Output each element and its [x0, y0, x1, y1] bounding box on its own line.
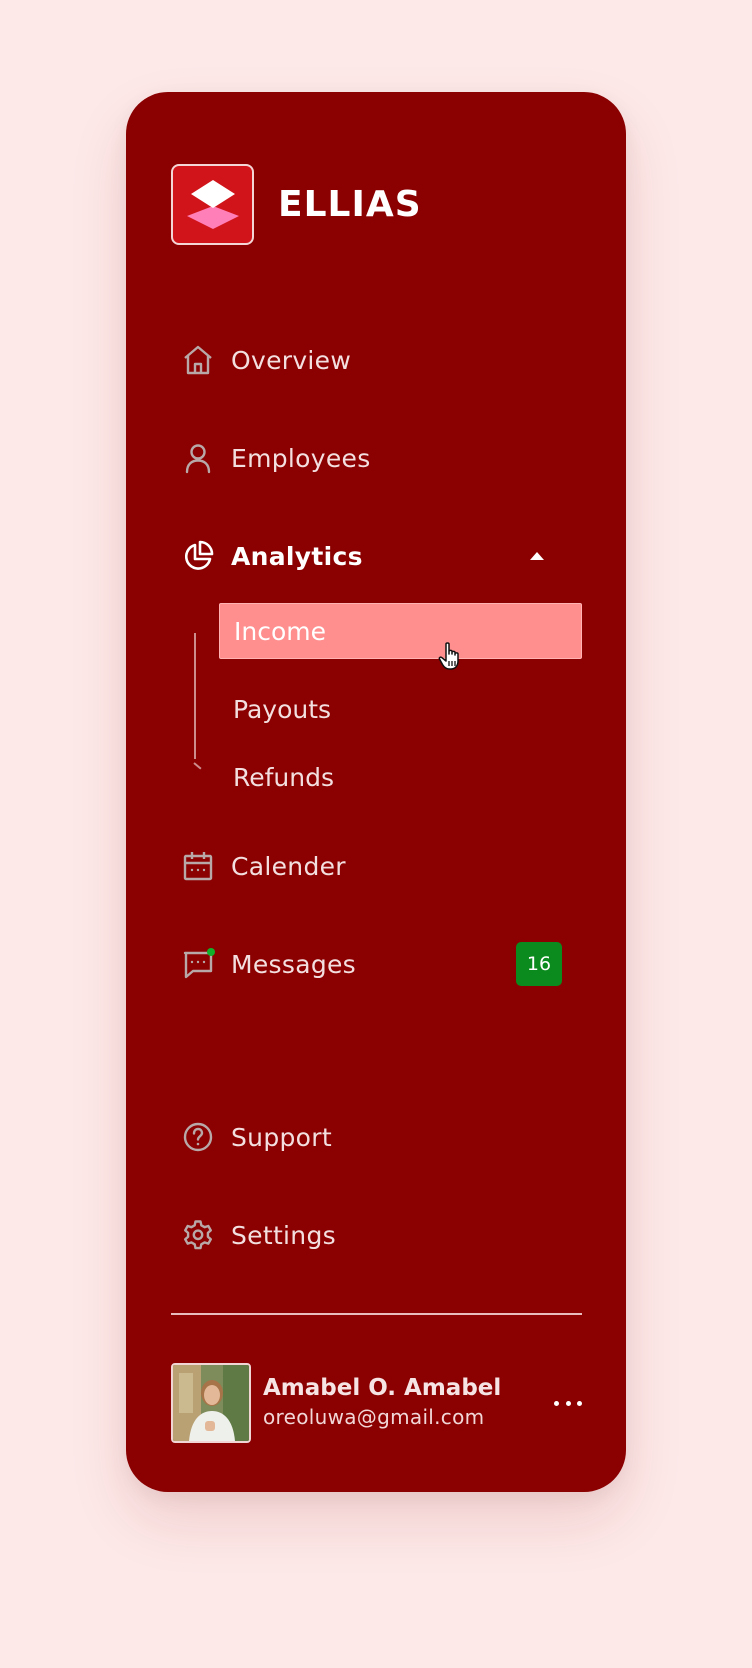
avatar	[171, 1363, 251, 1443]
submenu-item-income[interactable]: Income	[219, 603, 582, 659]
brand[interactable]: ELLIAS	[171, 164, 422, 245]
hand-pointer-icon	[438, 642, 459, 670]
profile-card[interactable]: Amabel O. Amabel oreoluwa@gmail.com	[171, 1363, 582, 1443]
nav-item-employees[interactable]: Employees	[182, 430, 582, 486]
online-dot	[207, 948, 215, 956]
more-dot	[565, 1400, 571, 1406]
user-icon	[182, 442, 214, 474]
submenu-label-income: Income	[234, 616, 326, 646]
submenu-label-payouts: Payouts	[233, 694, 332, 724]
layers-icon	[186, 179, 239, 229]
pie-chart-icon	[182, 540, 214, 572]
sidebar: ELLIAS Overview Employees Analytics Inco…	[126, 92, 626, 1492]
submenu-item-payouts[interactable]: Payouts	[219, 681, 582, 737]
submenu-label-refunds: Refunds	[233, 762, 335, 792]
nav-item-analytics[interactable]: Analytics	[182, 528, 582, 584]
message-count-badge: 16	[516, 942, 562, 986]
gear-icon	[182, 1219, 214, 1251]
message-icon	[182, 948, 215, 980]
nav-label-employees: Employees	[231, 443, 371, 473]
home-icon	[182, 344, 214, 376]
logo	[171, 164, 254, 245]
nav-label-overview: Overview	[231, 345, 352, 375]
profile-name: Amabel O. Amabel	[263, 1375, 502, 1401]
nav-item-messages[interactable]: Messages 16	[182, 936, 582, 992]
more-dot	[577, 1400, 582, 1406]
help-circle-icon	[182, 1121, 214, 1153]
divider	[171, 1313, 582, 1315]
submenu-tree-line	[194, 633, 196, 759]
nav-label-calender: Calender	[231, 851, 346, 881]
profile-info: Amabel O. Amabel oreoluwa@gmail.com	[263, 1374, 501, 1432]
nav-item-settings[interactable]: Settings	[182, 1207, 582, 1263]
nav-item-support[interactable]: Support	[182, 1109, 582, 1165]
chevron-up-icon[interactable]	[530, 552, 544, 560]
nav-item-overview[interactable]: Overview	[182, 332, 582, 388]
nav-item-calender[interactable]: Calender	[182, 838, 582, 894]
submenu-item-refunds[interactable]: Refunds	[219, 749, 582, 805]
brand-name: ELLIAS	[278, 184, 422, 225]
profile-email: oreoluwa@gmail.com	[263, 1405, 485, 1429]
calendar-icon	[182, 850, 214, 882]
nav-label-messages: Messages	[231, 949, 356, 979]
more-dot	[554, 1400, 559, 1406]
nav-label-settings: Settings	[231, 1220, 336, 1250]
more-horizontal-icon[interactable]	[554, 1393, 582, 1413]
nav-label-analytics: Analytics	[231, 541, 363, 571]
nav-label-support: Support	[231, 1122, 332, 1152]
